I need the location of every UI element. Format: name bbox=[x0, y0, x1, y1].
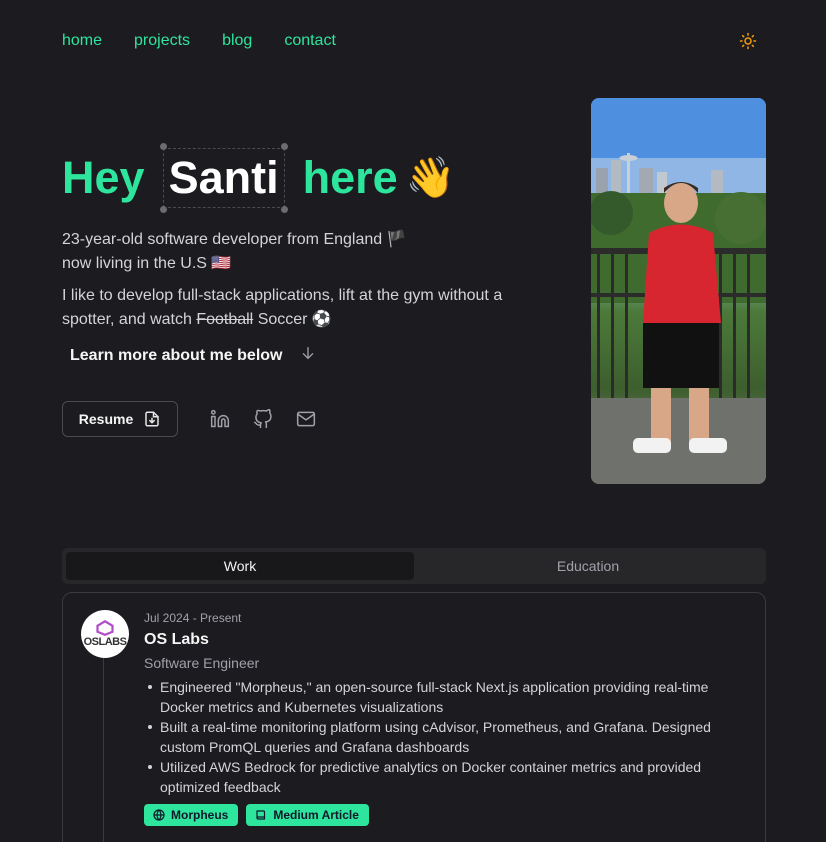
nav-projects[interactable]: projects bbox=[134, 31, 190, 51]
arrow-down-icon bbox=[300, 345, 316, 366]
medium-article-label: Medium Article bbox=[273, 808, 359, 822]
selection-line bbox=[162, 207, 285, 208]
job-entry: Jul 2024 - Present OS Labs Software Engi… bbox=[144, 610, 724, 826]
selection-line bbox=[283, 148, 285, 208]
work-card: OSLABS Jul 2024 - Present OS Labs Softwa… bbox=[62, 592, 766, 842]
intro-origin: 23-year-old software developer from Engl… bbox=[62, 228, 542, 276]
resume-label: Resume bbox=[78, 411, 134, 427]
selection-handle bbox=[159, 206, 167, 213]
github-link[interactable] bbox=[252, 408, 274, 430]
list-item: Utilized AWS Bedrock for predictive anal… bbox=[148, 757, 724, 797]
job-date: Jul 2024 - Present bbox=[144, 611, 242, 625]
linkedin-link[interactable] bbox=[209, 408, 231, 430]
hero-heading: Hey Santi here 👋 bbox=[62, 143, 456, 213]
file-download-icon bbox=[145, 411, 159, 427]
hero-here: here bbox=[302, 152, 398, 203]
photo-illustration bbox=[591, 98, 766, 484]
social-links bbox=[209, 408, 317, 430]
hero-name-highlight: Santi bbox=[159, 143, 288, 213]
experience-tabs: Work Education bbox=[62, 548, 766, 584]
nav-contact[interactable]: contact bbox=[284, 31, 336, 51]
intro-text: 23-year-old software developer from Engl… bbox=[62, 228, 542, 340]
nav-home[interactable]: home bbox=[62, 31, 102, 51]
logo-text: OSLABS bbox=[83, 636, 127, 648]
list-item: Built a real-time monitoring platform us… bbox=[148, 717, 724, 757]
oslabs-logo-icon bbox=[96, 620, 114, 636]
timeline-line bbox=[103, 633, 104, 842]
hero-hey: Hey bbox=[62, 152, 145, 203]
resume-button[interactable]: Resume bbox=[62, 401, 178, 437]
job-role: Software Engineer bbox=[144, 655, 260, 671]
nav-blog[interactable]: blog bbox=[222, 31, 252, 51]
profile-photo bbox=[591, 98, 766, 484]
main-nav: home projects blog contact bbox=[62, 31, 368, 51]
tab-work[interactable]: Work bbox=[66, 552, 414, 580]
morpheus-link[interactable]: Morpheus bbox=[144, 804, 239, 826]
bio-soccer: Soccer ⚽ bbox=[257, 311, 332, 328]
intro-bio: I like to develop full-stack application… bbox=[62, 284, 542, 332]
github-icon bbox=[253, 409, 272, 429]
learn-more-link[interactable]: Learn more about me below bbox=[70, 345, 316, 366]
learn-more-label: Learn more about me below bbox=[70, 346, 283, 364]
selection-handle bbox=[280, 143, 288, 150]
intro-line-1: 23-year-old software developer from Engl… bbox=[62, 231, 407, 248]
job-company: OS Labs bbox=[144, 631, 209, 648]
medium-article-link[interactable]: Medium Article bbox=[246, 804, 369, 826]
bio-strikethrough: Football bbox=[196, 311, 254, 328]
linkedin-icon bbox=[210, 409, 230, 428]
wave-emoji: 👋 bbox=[405, 156, 456, 200]
mail-icon bbox=[296, 411, 316, 427]
book-icon bbox=[256, 810, 266, 820]
selection-line bbox=[162, 148, 164, 208]
job-links: Morpheus Medium Article bbox=[144, 804, 724, 826]
tab-education[interactable]: Education bbox=[414, 552, 762, 580]
list-item: Engineered "Morpheus," an open-source fu… bbox=[148, 677, 724, 717]
company-logo: OSLABS bbox=[81, 610, 129, 658]
globe-icon bbox=[153, 809, 165, 821]
sun-icon bbox=[739, 32, 757, 50]
selection-handle bbox=[280, 206, 288, 213]
selection-handle bbox=[159, 143, 167, 150]
hero-name: Santi bbox=[168, 152, 279, 203]
theme-toggle-button[interactable] bbox=[739, 32, 757, 50]
morpheus-label: Morpheus bbox=[171, 808, 229, 822]
intro-line-2: now living in the U.S 🇺🇸 bbox=[62, 255, 232, 272]
selection-line bbox=[162, 148, 285, 149]
job-bullets: Engineered "Morpheus," an open-source fu… bbox=[144, 677, 724, 797]
mail-link[interactable] bbox=[295, 408, 317, 430]
